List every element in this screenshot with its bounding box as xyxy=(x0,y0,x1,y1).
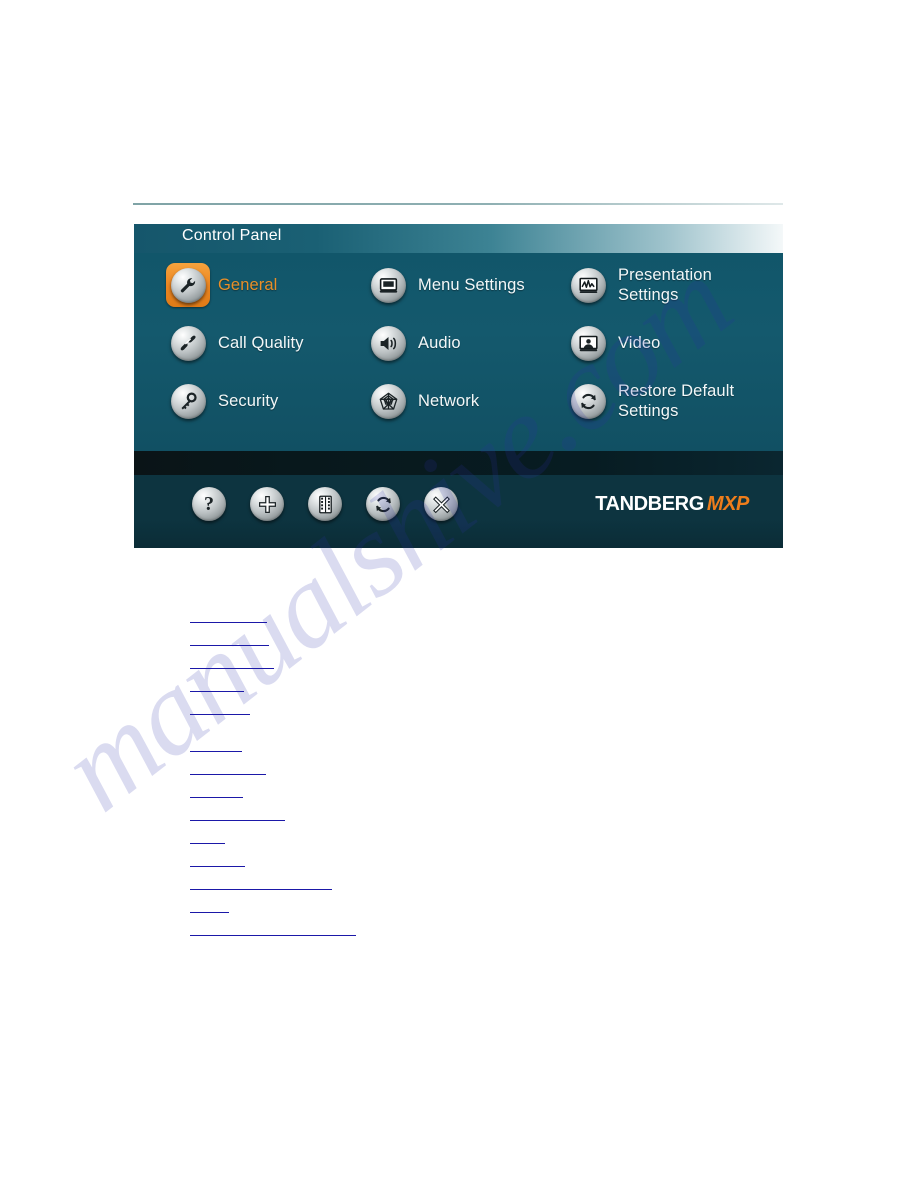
brand-primary: TANDBERG xyxy=(595,493,704,515)
link-underline xyxy=(190,797,243,798)
menu-item-label: Audio xyxy=(418,333,461,352)
video-portrait-icon xyxy=(570,325,606,361)
icon-container xyxy=(166,321,210,365)
speaker-icon xyxy=(370,325,406,361)
link-underline xyxy=(190,843,225,844)
selected-highlight xyxy=(166,263,210,307)
menu-item-label: Network xyxy=(418,391,480,410)
menu-item-label: Call Quality xyxy=(218,333,304,352)
link-underline xyxy=(190,866,245,867)
link-underline xyxy=(190,912,229,913)
link-underline xyxy=(190,751,242,752)
menu-item-menu-settings[interactable]: Menu Settings xyxy=(366,259,525,311)
icon-container xyxy=(366,379,410,423)
link-underline xyxy=(190,691,244,692)
page-watermark: manualshive.com xyxy=(0,0,918,1188)
panel-header: Control Panel xyxy=(134,224,783,253)
menu-item-network[interactable]: Network xyxy=(366,375,479,427)
menu-grid: General Menu Settings Presentation Setting… xyxy=(134,253,783,451)
panel-body: General Menu Settings Presentation Setting… xyxy=(134,253,783,451)
menu-item-general[interactable]: General xyxy=(166,259,277,311)
icon-container xyxy=(166,379,210,423)
icon-container xyxy=(566,263,610,307)
link-underline xyxy=(190,622,267,623)
menu-item-video[interactable]: Video xyxy=(566,317,660,369)
link-underline xyxy=(190,889,332,890)
link-underline xyxy=(190,714,250,715)
refresh-icon xyxy=(570,383,606,419)
menu-item-presentation-settings[interactable]: Presentation Settings xyxy=(566,259,738,311)
menu-item-label: General xyxy=(218,275,278,294)
menu-item-label: Security xyxy=(218,391,279,410)
link-underline xyxy=(190,645,269,646)
control-panel-screenshot: Control Panel General Menu Settings Presen… xyxy=(134,224,783,548)
page-title: Control Panel xyxy=(182,227,282,244)
menu-item-security[interactable]: Security xyxy=(166,375,278,427)
panel-footer: ? TANDBERG MXP xyxy=(134,475,783,548)
handset-icon xyxy=(170,325,206,361)
link-underline xyxy=(190,668,274,669)
filmstrip-icon[interactable] xyxy=(308,487,342,521)
link-underline xyxy=(190,820,285,821)
icon-container xyxy=(366,321,410,365)
menu-item-label: Restore Default Settings xyxy=(618,382,735,420)
brand-logo: TANDBERG MXP xyxy=(595,493,749,516)
key-icon xyxy=(170,383,206,419)
brand-secondary: MXP xyxy=(706,493,750,515)
menu-item-restore-default-settings[interactable]: Restore Default Settings xyxy=(566,375,738,427)
icon-container xyxy=(566,379,610,423)
close-icon[interactable] xyxy=(424,487,458,521)
waveform-icon xyxy=(570,267,606,303)
icon-container xyxy=(566,321,610,365)
menu-item-label: Presentation Settings xyxy=(618,266,712,304)
refresh-icon[interactable] xyxy=(366,487,400,521)
toolbar: ? xyxy=(192,487,458,521)
menu-item-label: Video xyxy=(618,333,661,352)
spiderweb-icon xyxy=(370,383,406,419)
monitor-icon xyxy=(370,267,406,303)
menu-item-audio[interactable]: Audio xyxy=(366,317,461,369)
menu-item-call-quality[interactable]: Call Quality xyxy=(166,317,304,369)
horizontal-rule xyxy=(133,203,783,205)
panel-divider xyxy=(134,451,783,475)
icon-container xyxy=(366,263,410,307)
plus-icon[interactable] xyxy=(250,487,284,521)
menu-item-label: Menu Settings xyxy=(418,275,525,294)
link-underline xyxy=(190,774,266,775)
help-icon[interactable]: ? xyxy=(192,487,226,521)
link-underline xyxy=(190,935,356,936)
wrench-icon xyxy=(170,267,206,303)
